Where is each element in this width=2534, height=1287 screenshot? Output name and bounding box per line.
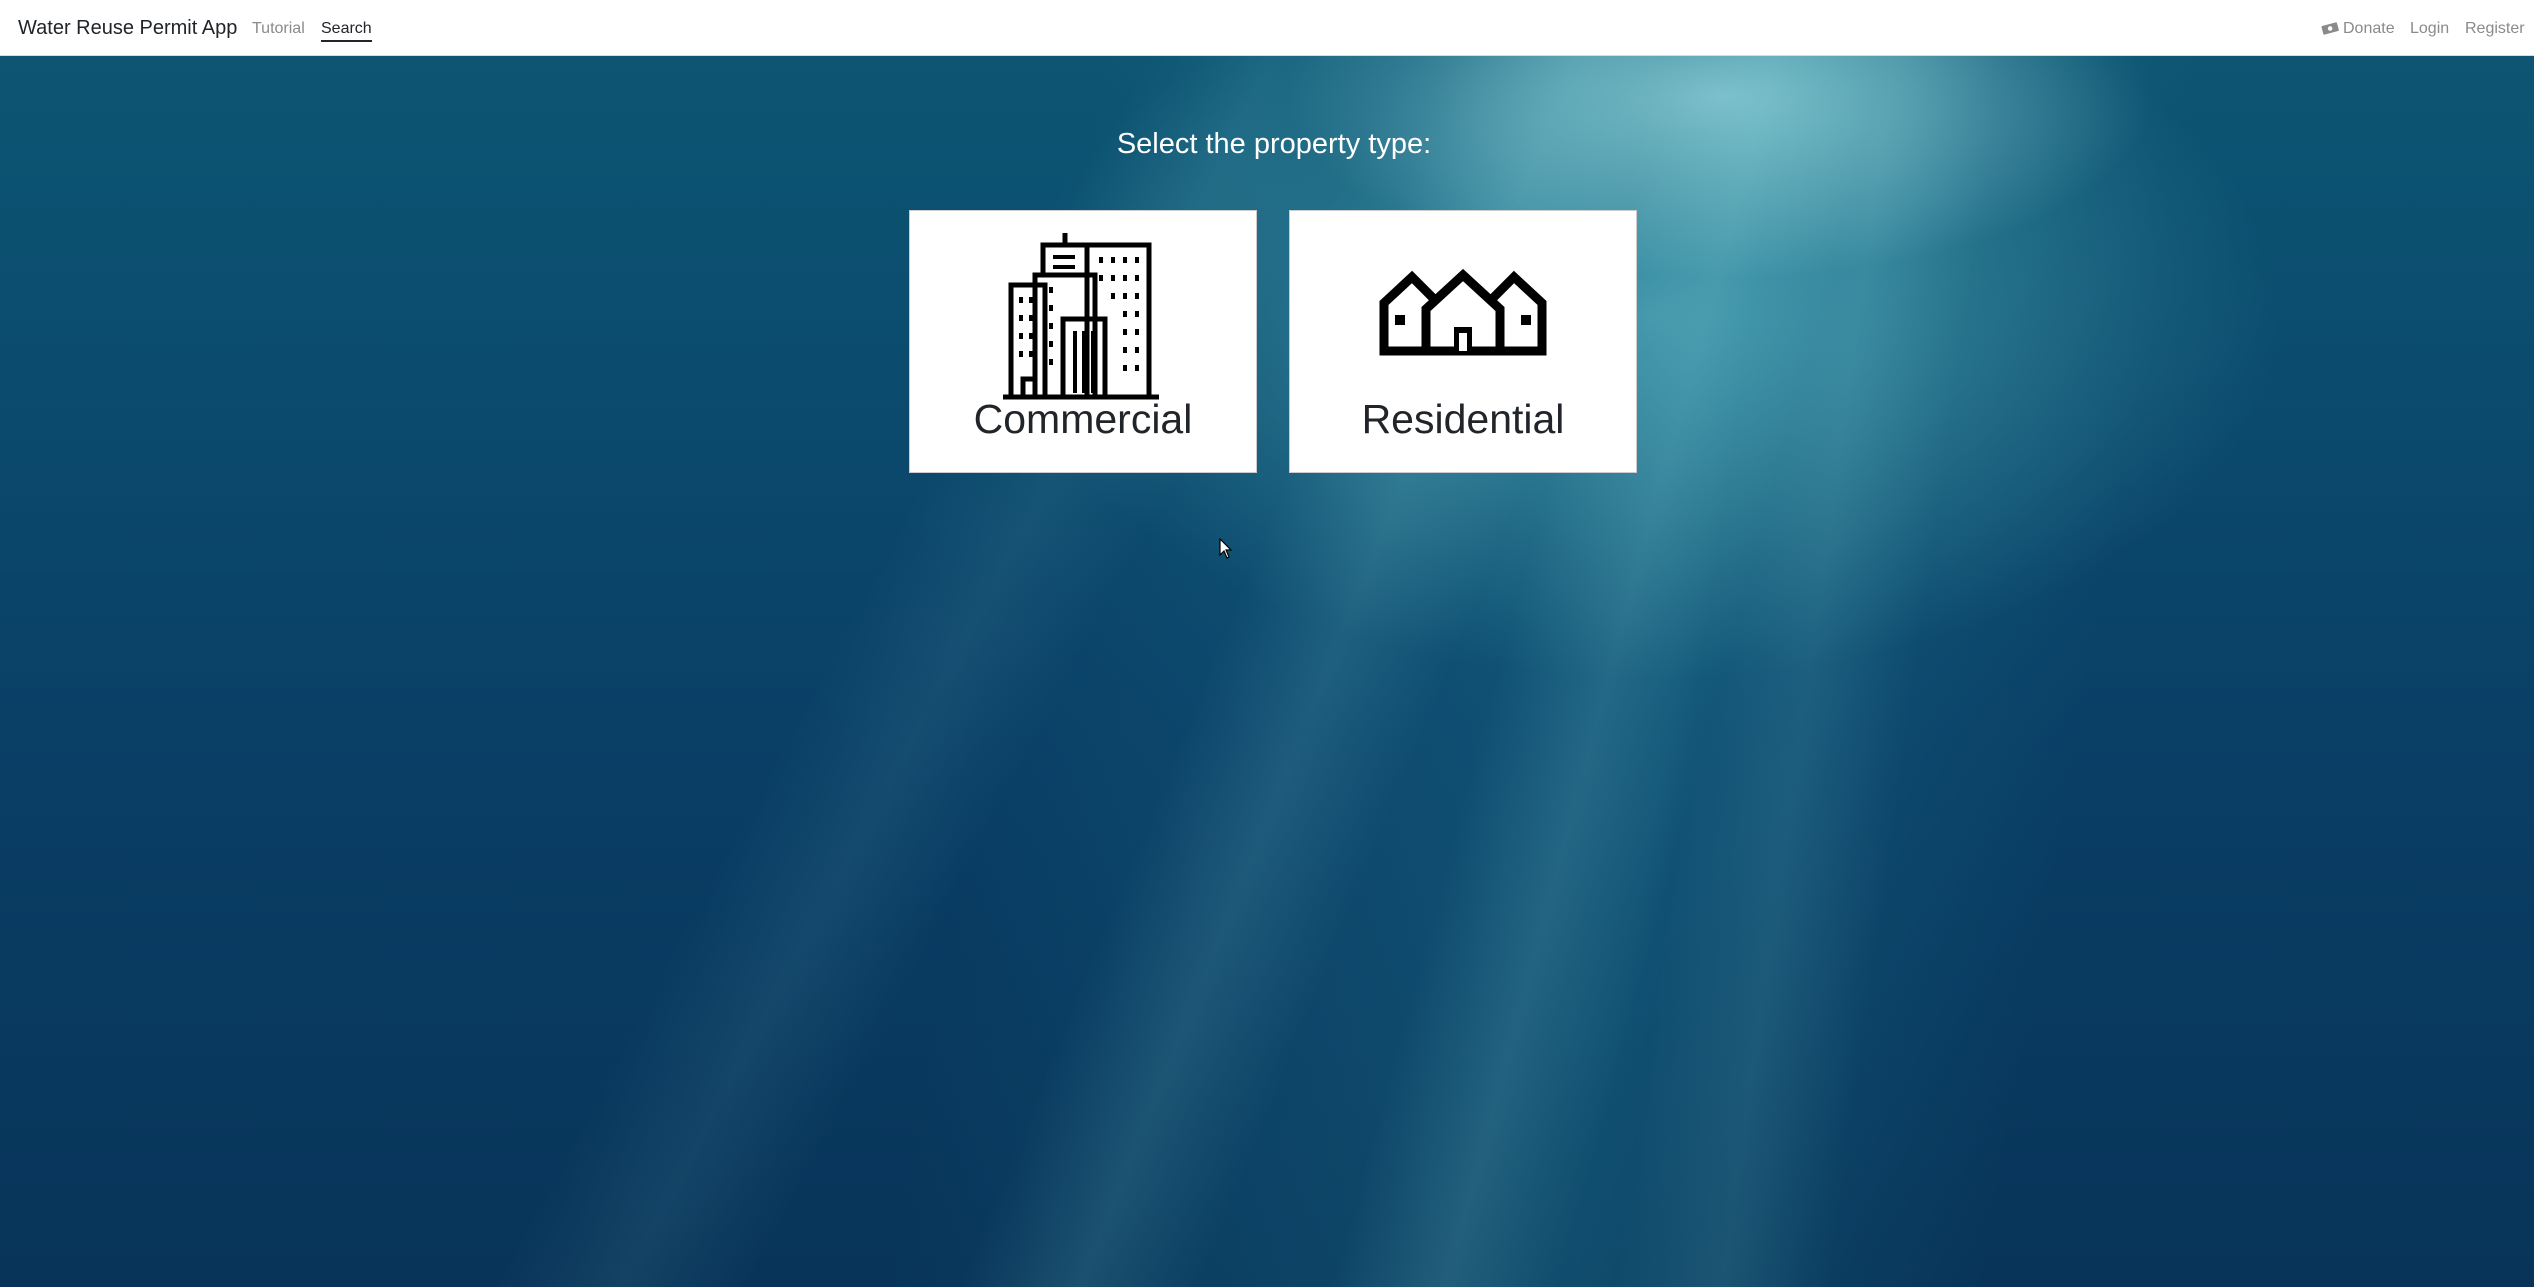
page-heading: Select the property type:	[1116, 128, 1432, 160]
mouse-cursor-icon	[1219, 538, 1233, 559]
money-bill-icon	[2321, 22, 2339, 35]
residential-label: Residential	[1361, 396, 1565, 442]
donate-label: Donate	[2343, 20, 2395, 37]
residential-option-card[interactable]: Residential	[1289, 210, 1637, 473]
light-rays-overlay	[0, 56, 2534, 1287]
nav-search[interactable]: Search	[321, 20, 372, 42]
commercial-option-card[interactable]: Commercial	[909, 210, 1257, 473]
houses-icon	[1379, 268, 1547, 356]
app-brand[interactable]: Water Reuse Permit App	[18, 17, 237, 40]
nav-tutorial[interactable]: Tutorial	[252, 20, 305, 38]
login-link[interactable]: Login	[2410, 20, 2449, 38]
commercial-label: Commercial	[973, 396, 1193, 442]
register-link[interactable]: Register	[2465, 20, 2525, 38]
top-navbar: Water Reuse Permit App Tutorial Search D…	[0, 0, 2534, 56]
office-buildings-icon	[1003, 233, 1159, 400]
donate-link[interactable]: Donate	[2321, 20, 2395, 38]
